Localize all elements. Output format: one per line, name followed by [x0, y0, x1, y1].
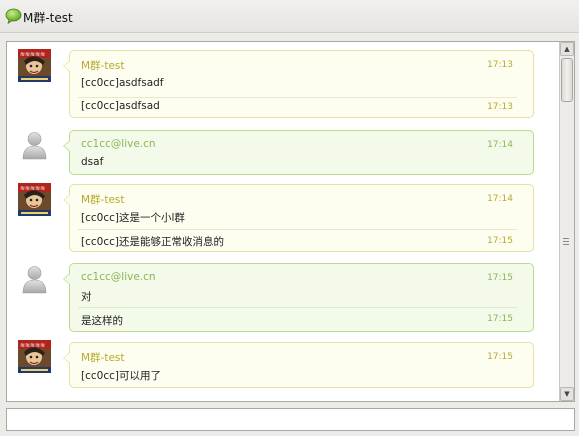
sender-name: M群-test	[81, 60, 125, 72]
message-bubble: cc1cc@live.cn 17:15 对 是这样的 17:15	[63, 263, 534, 332]
scroll-up-button[interactable]: ▲	[560, 42, 574, 56]
message-divider	[78, 229, 517, 230]
message-time: 17:15	[487, 352, 513, 362]
scrollbar-grip-icon	[563, 238, 569, 245]
message-text: dsaf	[81, 156, 104, 168]
message-bubble: M群-test 17:15 [cc0cc]可以用了	[63, 342, 534, 388]
vertical-scrollbar[interactable]: ▲ ▼	[559, 42, 574, 401]
sender-name: M群-test	[81, 194, 125, 206]
default-user-icon[interactable]	[18, 262, 51, 295]
title-bar: M群-test	[0, 0, 579, 33]
message-text: 是这样的	[81, 315, 123, 327]
scrollbar-thumb[interactable]	[561, 58, 573, 102]
message-time: 17:13	[487, 60, 513, 70]
window-title: M群-test	[23, 11, 73, 25]
chat-history[interactable]: ≋≋≋≋≋ M群-test 17:13 [cc0cc]asdfsadf [cc0…	[6, 41, 575, 402]
message-time: 17:15	[487, 314, 513, 324]
default-user-icon[interactable]	[18, 128, 51, 161]
message-bubble: M群-test 17:14 [cc0cc]这是一个小l群 [cc0cc]还是能够…	[63, 184, 534, 252]
message-text: [cc0cc]可以用了	[81, 370, 161, 382]
sender-name: M群-test	[81, 352, 125, 364]
message-time: 17:15	[487, 273, 513, 283]
message-text: 对	[81, 291, 92, 303]
message-bubble: M群-test 17:13 [cc0cc]asdfsadf [cc0cc]asd…	[63, 50, 534, 118]
sender-name: cc1cc@live.cn	[81, 271, 156, 283]
message-divider	[78, 97, 517, 98]
message-text: [cc0cc]还是能够正常收消息的	[81, 236, 224, 248]
message-text: [cc0cc]asdfsadf	[81, 77, 164, 89]
message-input[interactable]	[6, 408, 575, 431]
message-divider	[78, 307, 517, 308]
message-bubble: cc1cc@live.cn 17:14 dsaf	[63, 130, 534, 175]
sender-name: cc1cc@live.cn	[81, 138, 156, 150]
anime-avatar-icon[interactable]: ≋≋≋≋≋	[18, 183, 51, 216]
message-time: 17:14	[487, 140, 513, 150]
anime-avatar-icon[interactable]: ≋≋≋≋≋	[18, 340, 51, 373]
message-text: [cc0cc]asdfsad	[81, 100, 160, 112]
scroll-down-button[interactable]: ▼	[560, 387, 574, 401]
message-text: [cc0cc]这是一个小l群	[81, 212, 185, 224]
message-time: 17:15	[487, 236, 513, 246]
anime-avatar-icon[interactable]: ≋≋≋≋≋	[18, 49, 51, 82]
message-time: 17:13	[487, 102, 513, 112]
message-time: 17:14	[487, 194, 513, 204]
chat-bubble-icon	[5, 8, 22, 25]
